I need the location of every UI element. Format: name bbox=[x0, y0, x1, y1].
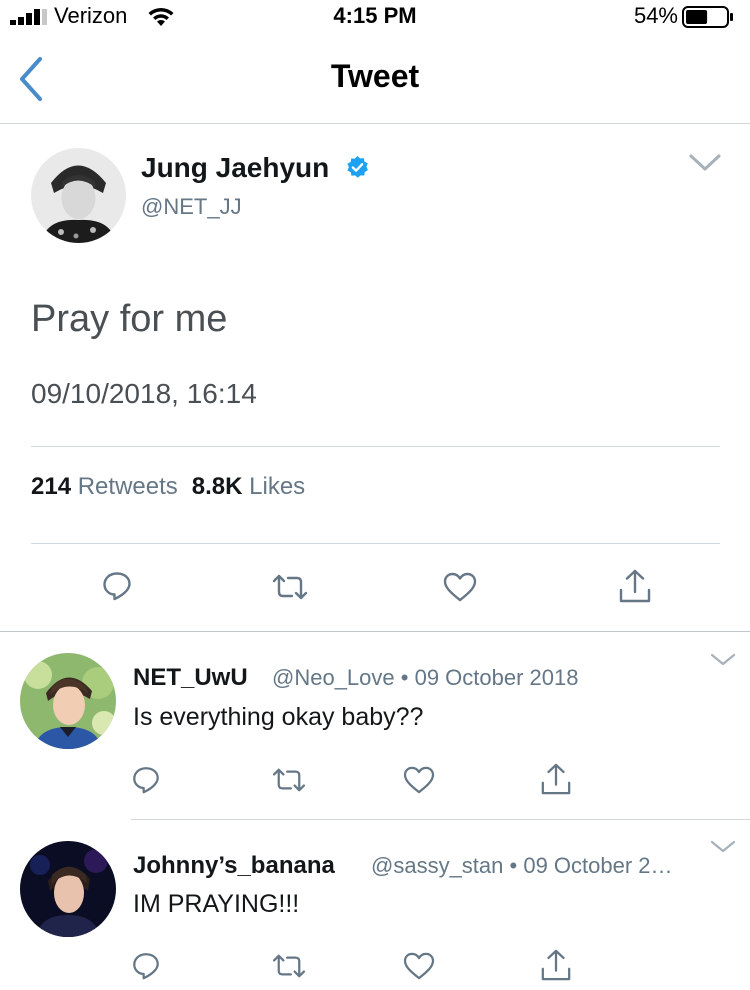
reply-avatar[interactable] bbox=[20, 841, 116, 937]
reply-divider bbox=[131, 819, 750, 820]
like-button[interactable] bbox=[403, 952, 435, 980]
retweet-icon bbox=[272, 954, 306, 978]
reply-text: Is everything okay baby?? bbox=[133, 703, 424, 731]
share-icon bbox=[541, 763, 571, 795]
author-avatar[interactable] bbox=[31, 148, 126, 243]
avatar-photo bbox=[20, 653, 116, 749]
retweet-icon bbox=[272, 574, 308, 600]
reply-meta: @sassy_stan • 09 October 2… bbox=[371, 853, 673, 879]
reply-avatar[interactable] bbox=[20, 653, 116, 749]
reply-author-handle[interactable]: @Neo_Love bbox=[272, 665, 395, 690]
heart-icon bbox=[443, 572, 477, 602]
retweets-label[interactable]: Retweets bbox=[78, 473, 178, 500]
divider bbox=[31, 543, 720, 544]
reply-author-handle[interactable]: @sassy_stan bbox=[371, 853, 503, 878]
avatar-photo bbox=[20, 841, 116, 937]
chevron-down-icon bbox=[710, 840, 736, 853]
navigation-bar: Tweet bbox=[0, 34, 750, 124]
likes-count[interactable]: 8.8K bbox=[192, 473, 243, 500]
share-button[interactable] bbox=[618, 568, 652, 604]
verified-badge-icon bbox=[347, 156, 368, 178]
reply-date: • 09 October 2018 bbox=[400, 665, 579, 690]
page-title: Tweet bbox=[330, 58, 420, 94]
heart-icon bbox=[403, 766, 435, 794]
share-button[interactable] bbox=[540, 762, 572, 796]
divider bbox=[31, 446, 720, 447]
reply-button[interactable] bbox=[131, 951, 161, 981]
reply-author-name[interactable]: Johnny’s_banana bbox=[133, 852, 335, 880]
reply-icon bbox=[133, 767, 159, 794]
reply-meta: @Neo_Love • 09 October 2018 bbox=[272, 665, 578, 691]
reply-author-name[interactable]: NET_UwU bbox=[133, 664, 248, 692]
chevron-down-icon bbox=[710, 653, 736, 666]
tweet-stats: 214 Retweets 8.8K Likes bbox=[31, 473, 305, 501]
avatar-photo bbox=[31, 148, 126, 243]
section-divider bbox=[0, 631, 750, 632]
retweet-button[interactable] bbox=[271, 766, 307, 794]
like-button[interactable] bbox=[403, 766, 435, 794]
reply-button[interactable] bbox=[101, 570, 133, 602]
heart-icon bbox=[403, 952, 435, 980]
tweet-text: Pray for me bbox=[31, 298, 228, 340]
battery-icon bbox=[682, 6, 733, 28]
reply-date: • 09 October 2… bbox=[509, 853, 673, 878]
reply-text: IM PRAYING!!! bbox=[133, 890, 300, 918]
reply-icon bbox=[133, 953, 159, 980]
tweet-options-button[interactable] bbox=[688, 152, 722, 174]
chevron-down-icon bbox=[689, 154, 721, 171]
retweets-count[interactable]: 214 bbox=[31, 473, 71, 500]
retweet-button[interactable] bbox=[271, 572, 309, 602]
share-icon bbox=[541, 949, 571, 981]
battery-percentage: 54% bbox=[633, 3, 678, 28]
author-name[interactable]: Jung Jaehyun bbox=[141, 152, 329, 184]
likes-label[interactable]: Likes bbox=[249, 473, 305, 500]
status-bar: Verizon 4:15 PM 54% bbox=[0, 0, 750, 34]
reply-button[interactable] bbox=[131, 765, 161, 795]
tweet-timestamp: 09/10/2018, 16:14 bbox=[31, 378, 257, 409]
share-button[interactable] bbox=[540, 948, 572, 982]
reply-options-button[interactable] bbox=[710, 840, 736, 854]
like-button[interactable] bbox=[443, 572, 477, 602]
retweet-button[interactable] bbox=[271, 952, 307, 980]
retweet-icon bbox=[272, 768, 306, 792]
author-handle[interactable]: @NET_JJ bbox=[141, 194, 242, 220]
reply-options-button[interactable] bbox=[710, 653, 736, 667]
reply-icon bbox=[103, 572, 131, 601]
share-icon bbox=[619, 569, 651, 603]
